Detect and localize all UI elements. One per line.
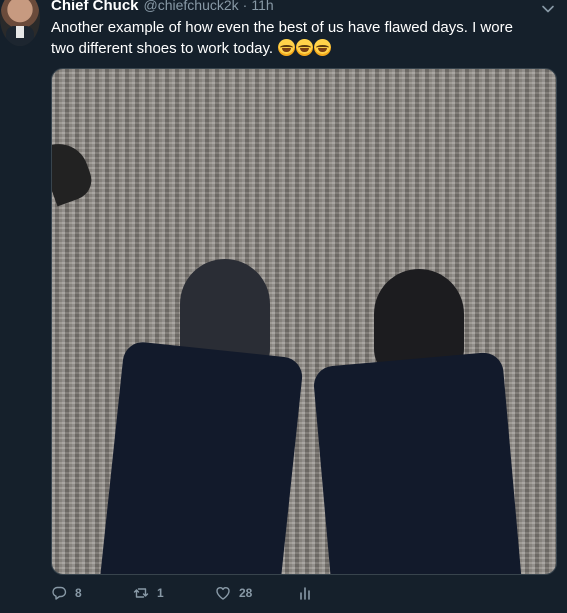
analytics-icon: [300, 587, 310, 600]
reply-button[interactable]: 8: [51, 585, 82, 601]
reply-icon: [52, 586, 67, 600]
face-with-tears-of-joy-icon: [314, 39, 332, 56]
chair-leg: [52, 135, 97, 207]
tweet-header: Chief Chuck @chiefchuck2k · 11h: [51, 0, 274, 15]
heart-icon: [216, 587, 230, 600]
face-with-tears-of-joy-icon: [296, 39, 314, 56]
like-button[interactable]: 28: [215, 585, 252, 601]
separator: ·: [242, 0, 248, 13]
retweet-count: 1: [157, 586, 164, 600]
retweet-icon: [133, 588, 149, 598]
reply-count: 8: [75, 586, 82, 600]
avatar[interactable]: [0, 0, 40, 46]
analytics-button[interactable]: [297, 585, 321, 601]
left-pant-leg: [99, 340, 305, 574]
retweet-button[interactable]: 1: [133, 585, 164, 601]
avatar-collar: [16, 26, 24, 38]
right-pant-leg: [312, 351, 522, 574]
tweet-photo[interactable]: [51, 68, 557, 575]
timestamp[interactable]: 11h: [251, 0, 273, 13]
author-name[interactable]: Chief Chuck: [51, 0, 139, 14]
tweet-actions: 8 1 28: [51, 585, 351, 609]
like-count: 28: [239, 586, 253, 600]
face-with-tears-of-joy-icon: [278, 39, 296, 56]
tweet[interactable]: Chief Chuck @chiefchuck2k · 11h Another …: [0, 0, 567, 613]
chevron-down-icon[interactable]: [541, 2, 555, 16]
tweet-text: Another example of how even the best of …: [51, 17, 531, 59]
author-handle[interactable]: @chiefchuck2k: [144, 0, 239, 13]
